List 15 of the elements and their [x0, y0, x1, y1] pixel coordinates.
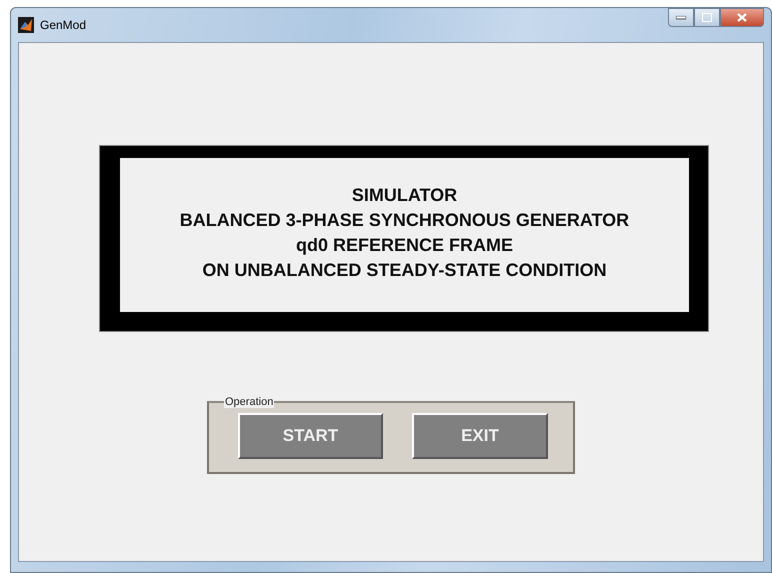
title-text: ON UNBALANCED STEADY-STATE CONDITION [202, 259, 607, 282]
panel-legend: Operation [224, 396, 274, 408]
window-title: GenMod [40, 18, 86, 32]
title-text: BALANCED 3-PHASE SYNCHRONOUS GENERATOR [180, 209, 630, 232]
title-text: qd0 REFERENCE FRAME [296, 234, 513, 257]
close-icon [737, 13, 747, 22]
action-button[interactable]: START [238, 413, 383, 459]
action-button[interactable]: EXIT [412, 413, 548, 459]
minimize-icon [676, 16, 686, 20]
maximize-button[interactable] [694, 8, 720, 27]
title-text: SIMULATOR [352, 184, 458, 207]
minimize-button[interactable] [668, 8, 694, 27]
app-icon [18, 17, 34, 33]
maximize-icon [702, 13, 712, 22]
close-button[interactable] [720, 8, 764, 27]
